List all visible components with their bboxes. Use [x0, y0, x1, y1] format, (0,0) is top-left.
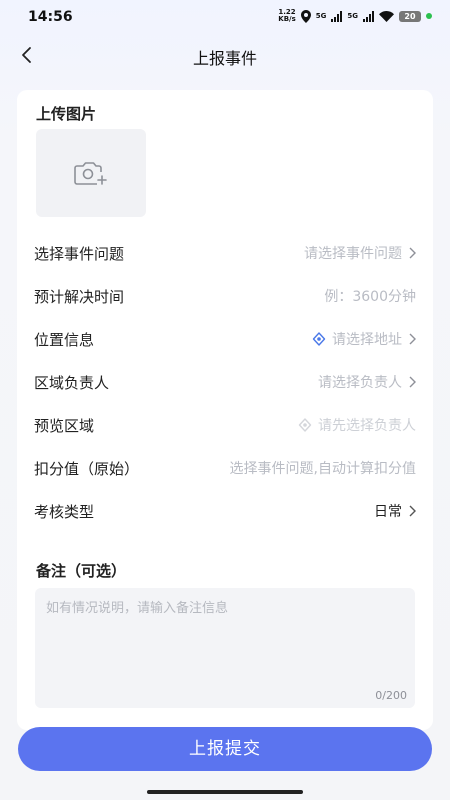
location-icon [298, 418, 312, 432]
remark-section-title: 备注（可选） [36, 562, 127, 580]
chevron-right-icon [409, 376, 416, 388]
preview-area-row: 预览区域 请先选择负责人 [34, 411, 416, 439]
wifi-icon [379, 10, 394, 22]
deduction-row: 扣分值（原始） 选择事件问题,自动计算扣分值 [34, 454, 416, 482]
status-time: 14:56 [28, 9, 73, 25]
battery-icon: 20 [399, 10, 421, 22]
chevron-right-icon [409, 333, 416, 345]
area-manager-label: 区域负责人 [34, 373, 110, 392]
upload-image-button[interactable] [36, 129, 146, 217]
network-speed: 1.22 KB/s [278, 8, 296, 23]
location-value: 请选择地址 [312, 329, 416, 349]
charging-dot [426, 13, 432, 19]
preview-area-label: 预览区域 [34, 416, 95, 435]
assessment-type-value: 日常 [374, 501, 416, 521]
event-issue-label: 选择事件问题 [34, 244, 125, 263]
remark-textarea[interactable]: 如有情况说明，请输入备注信息 0/200 [35, 588, 415, 708]
char-count: 0/200 [375, 689, 407, 702]
resolve-time-input[interactable]: 例：3600分钟 [324, 286, 416, 306]
chevron-right-icon [409, 247, 416, 259]
location-label: 位置信息 [34, 330, 95, 349]
status-bar: 14:56 1.22 KB/s 5G 5G 20 [0, 0, 450, 34]
camera-add-icon [74, 162, 107, 185]
signal-icon-2 [363, 10, 374, 22]
signal-icon [331, 10, 343, 22]
chevron-right-icon [409, 505, 416, 517]
location-row[interactable]: 位置信息 请选择地址 [34, 325, 416, 353]
resolve-time-label: 预计解决时间 [34, 287, 125, 306]
deduction-value: 选择事件问题,自动计算扣分值 [229, 461, 416, 477]
location-status-icon [300, 9, 311, 23]
resolve-time-row[interactable]: 预计解决时间 例：3600分钟 [34, 282, 416, 310]
assessment-type-label: 考核类型 [34, 502, 95, 521]
signal-5g-label: 5G [315, 12, 327, 20]
signal-5g-label-2: 5G [347, 12, 358, 20]
status-icons: 1.22 KB/s 5G 5G 20 [278, 9, 432, 23]
home-indicator [147, 790, 303, 794]
nav-bar: 上报事件 [0, 34, 450, 78]
event-issue-row[interactable]: 选择事件问题 请选择事件问题 [34, 239, 416, 267]
event-issue-value: 请选择事件问题 [304, 243, 416, 263]
location-icon [312, 332, 326, 346]
area-manager-value: 请选择负责人 [318, 372, 416, 392]
upload-section-title: 上传图片 [36, 105, 97, 123]
page-title: 上报事件 [192, 49, 257, 68]
form-card: 上传图片 选择事件问题 请选择事件问题 预计解决时间 例：3600分钟 位置信息… [17, 90, 433, 730]
assessment-type-row[interactable]: 考核类型 日常 [34, 497, 416, 525]
remark-placeholder: 如有情况说明，请输入备注信息 [46, 601, 229, 616]
area-manager-row[interactable]: 区域负责人 请选择负责人 [34, 368, 416, 396]
deduction-label: 扣分值（原始） [34, 459, 140, 478]
submit-button[interactable]: 上报提交 [18, 727, 432, 771]
preview-area-value: 请先选择负责人 [298, 415, 416, 435]
